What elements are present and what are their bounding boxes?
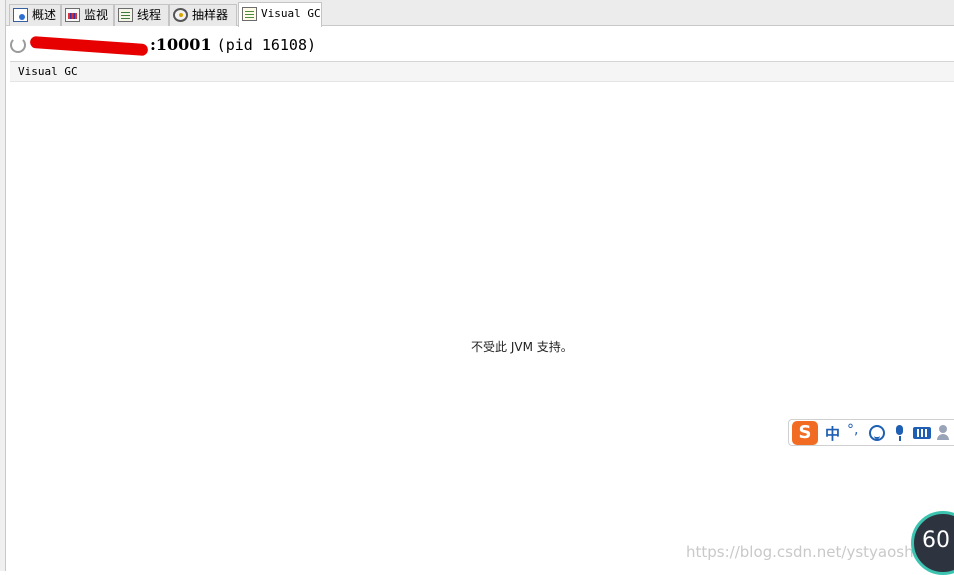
tab-threads-label: 线程 bbox=[137, 8, 162, 22]
ime-toolbar[interactable]: S 中 °, bbox=[788, 419, 954, 446]
loading-spinner-icon bbox=[10, 37, 26, 53]
tab-sampler[interactable]: 抽样器 bbox=[169, 4, 237, 26]
tab-visual-gc[interactable]: Visual GC bbox=[238, 2, 322, 27]
host-title: :10001 (pid 16108) bbox=[150, 35, 316, 54]
microphone-icon[interactable] bbox=[892, 425, 908, 441]
tab-sampler-label: 抽样器 bbox=[192, 8, 229, 22]
overview-icon bbox=[13, 8, 28, 22]
emoji-icon[interactable] bbox=[869, 425, 885, 441]
tab-overview-label: 概述 bbox=[32, 8, 57, 22]
unsupported-message: 不受此 JVM 支持。 bbox=[471, 340, 573, 354]
visual-gc-icon bbox=[242, 7, 257, 21]
tab-monitor[interactable]: 监视 bbox=[61, 4, 114, 26]
threads-icon bbox=[118, 8, 133, 22]
keyboard-icon[interactable] bbox=[913, 427, 931, 439]
tab-monitor-label: 监视 bbox=[84, 8, 109, 22]
window-left-border bbox=[0, 0, 6, 571]
tab-threads[interactable]: 线程 bbox=[114, 4, 169, 26]
tab-bar: 概述 监视 线程 抽样器 Visual GC bbox=[6, 0, 954, 27]
gauge-value: 60 bbox=[922, 528, 950, 553]
user-icon[interactable] bbox=[937, 425, 953, 441]
sampler-icon bbox=[173, 8, 188, 22]
monitor-icon bbox=[65, 8, 80, 22]
subtoolbar-label: Visual GC bbox=[18, 65, 78, 78]
ime-chinese-mode[interactable]: 中 bbox=[825, 423, 840, 444]
visual-gc-subtoolbar: Visual GC bbox=[10, 61, 954, 82]
host-port: :10001 bbox=[150, 35, 212, 54]
sogou-logo-icon[interactable]: S bbox=[792, 421, 818, 445]
tab-visual-gc-label: Visual GC bbox=[261, 7, 321, 20]
ime-punctuation-toggle[interactable]: °, bbox=[847, 422, 858, 438]
process-id: (pid 16108) bbox=[216, 36, 317, 54]
redacted-host bbox=[29, 35, 149, 57]
application-title: :10001 (pid 16108) bbox=[10, 35, 950, 58]
tab-overview[interactable]: 概述 bbox=[9, 4, 61, 26]
